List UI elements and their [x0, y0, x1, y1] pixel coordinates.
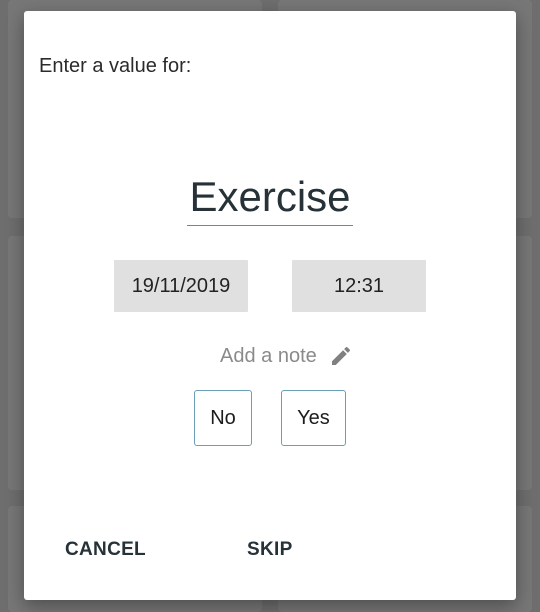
add-note-button[interactable]: Add a note [220, 344, 353, 368]
date-picker-button[interactable]: 19/11/2019 [114, 260, 248, 312]
no-option-button[interactable]: No [194, 390, 252, 446]
value-entry-dialog: Enter a value for: Exercise 19/11/2019 1… [24, 11, 516, 600]
pencil-icon [331, 346, 350, 365]
habit-name-field[interactable]: Exercise [24, 173, 516, 226]
yes-option-button[interactable]: Yes [281, 390, 346, 446]
time-picker-button[interactable]: 12:31 [292, 260, 426, 312]
add-note-label: Add a note [220, 344, 317, 367]
habit-name-text[interactable]: Exercise [187, 173, 353, 226]
cancel-button[interactable]: CANCEL [65, 539, 146, 561]
dialog-prompt: Enter a value for: [39, 55, 192, 77]
skip-button[interactable]: SKIP [247, 539, 293, 561]
